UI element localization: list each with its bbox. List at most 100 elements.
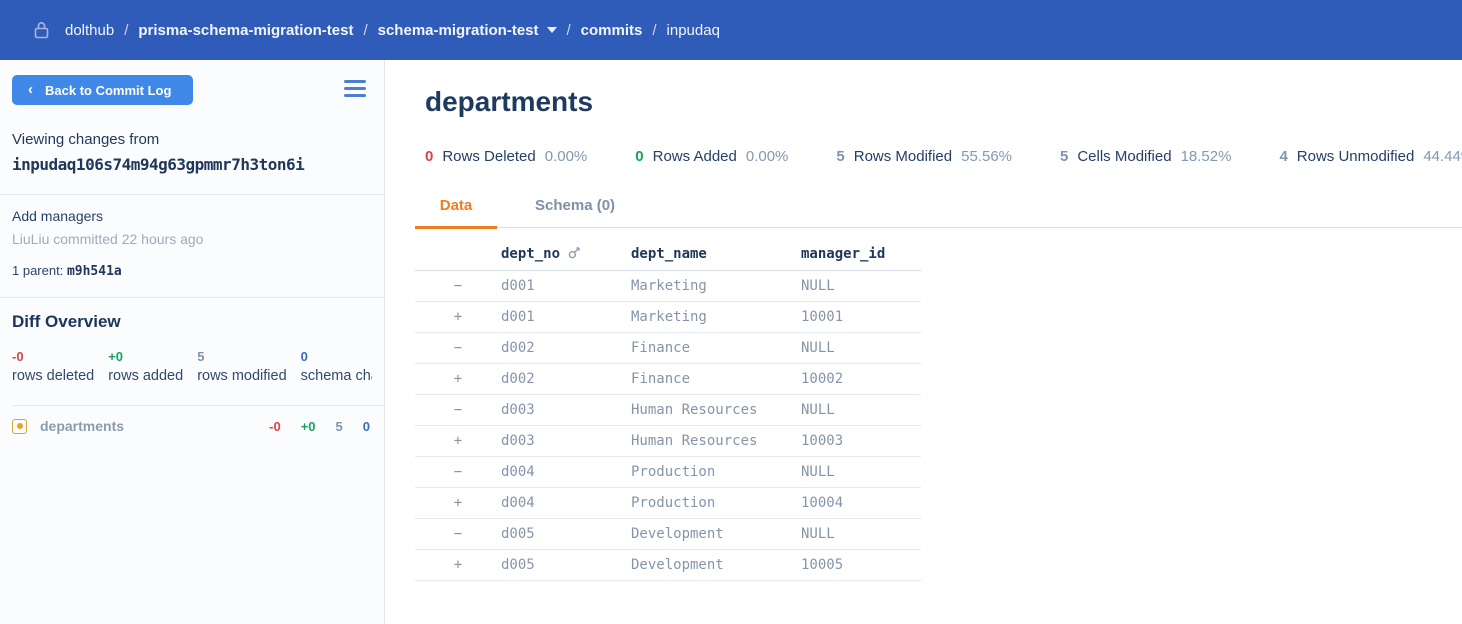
column-header-dept_name[interactable]: dept_name [631, 239, 801, 270]
overview-stat: 0 schema changes [301, 349, 372, 384]
primary-key-icon [568, 246, 581, 263]
table-row: −d002FinanceNULL [415, 332, 921, 363]
row-deleted-sign: − [415, 456, 501, 487]
overview-stat-value: 0 [301, 349, 372, 364]
breadcrumb-item-inpudaq[interactable]: inpudaq [667, 22, 720, 39]
column-header-wrap: dept_no [501, 246, 631, 263]
table-cell: 10001 [801, 301, 921, 332]
overview-stat: -0rows deleted [12, 349, 94, 384]
diff-stat: 5 Cells Modified 18.52% [1060, 148, 1231, 165]
table-cell: Development [631, 549, 801, 580]
breadcrumb-item-dolthub[interactable]: dolthub [65, 22, 114, 39]
diff-stat-value: 5 [1060, 148, 1068, 165]
table-stat-value: -0 [269, 419, 281, 434]
hamburger-menu-icon[interactable] [344, 75, 366, 97]
diff-stat-label: Cells Modified [1077, 148, 1171, 165]
back-button-label: Back to Commit Log [45, 83, 171, 98]
breadcrumb: dolthub / prisma-schema-migration-test / sch… [65, 22, 720, 39]
diff-overview-title: Diff Overview [12, 312, 372, 332]
caret-down-icon[interactable] [547, 27, 557, 33]
diff-stat-percent: 0.00% [746, 148, 789, 165]
breadcrumb-item-prisma-schema-migration-test[interactable]: prisma-schema-migration-test [138, 22, 353, 39]
column-name: dept_name [631, 246, 707, 262]
table-list-item-departments[interactable]: departments -0 +0 5 0 [12, 418, 370, 434]
table-cell: d002 [501, 332, 631, 363]
changed-tables-list: departments -0 +0 5 0 [0, 406, 384, 434]
diff-stat-value: 0 [425, 148, 433, 165]
row-deleted-sign: − [415, 270, 501, 301]
table-cell: d001 [501, 270, 631, 301]
diff-stat-value: 5 [836, 148, 844, 165]
table-stat-value: 0 [363, 419, 370, 434]
diff-stat: 0Rows Deleted0.00% [425, 148, 587, 165]
diff-stat-percent: 18.52% [1181, 148, 1232, 165]
table-cell: Production [631, 456, 801, 487]
table-row: −d005DevelopmentNULL [415, 518, 921, 549]
table-cell: d003 [501, 394, 631, 425]
overview-stat: 5rows modified [197, 349, 286, 384]
overview-stat-label: schema changes [301, 368, 372, 384]
sidebar: ‹ Back to Commit Log Viewing changes fro… [0, 60, 385, 624]
diff-stat-percent: 44.44% [1423, 148, 1462, 165]
breadcrumb-separator: / [363, 22, 367, 39]
back-to-commit-log-button[interactable]: ‹ Back to Commit Log [12, 75, 193, 105]
breadcrumb-separator: / [567, 22, 571, 39]
table-cell: Marketing [631, 270, 801, 301]
tab-data[interactable]: Data [415, 197, 497, 227]
diff-stat-value: 0 [635, 148, 643, 165]
overview-stat-value: +0 [108, 349, 183, 364]
table-cell: 10003 [801, 425, 921, 456]
row-deleted-sign: − [415, 332, 501, 363]
breadcrumb-item-commits[interactable]: commits [581, 22, 643, 39]
table-cell: Marketing [631, 301, 801, 332]
table-cell: NULL [801, 394, 921, 425]
table-cell: NULL [801, 270, 921, 301]
column-header-wrap: manager_id [801, 246, 921, 262]
commit-parent: 1 parent: m9h541a [12, 263, 372, 279]
overview-stat-label: rows added [108, 368, 183, 384]
table-cell: d001 [501, 301, 631, 332]
table-stat-value: 5 [336, 419, 343, 434]
tab-bar: DataSchema (0) [415, 197, 1462, 228]
table-list-name: departments [40, 418, 124, 434]
app-header: dolthub / prisma-schema-migration-test / sch… [0, 0, 1462, 60]
table-cell: d002 [501, 363, 631, 394]
commit-hash: inpudaq106s74m94g63gpmmr7h3ton6i [12, 155, 372, 174]
table-cell: Finance [631, 332, 801, 363]
diff-stat-label: Rows Modified [854, 148, 952, 165]
column-header-dept_no[interactable]: dept_no [501, 239, 631, 270]
column-name: dept_no [501, 246, 560, 262]
row-added-sign: + [415, 301, 501, 332]
table-row: −d003Human ResourcesNULL [415, 394, 921, 425]
page-layout: ‹ Back to Commit Log Viewing changes fro… [0, 60, 1462, 624]
row-added-sign: + [415, 549, 501, 580]
diff-stat-label: Rows Added [653, 148, 737, 165]
commit-message: Add managers [12, 208, 372, 224]
overview-stat-value: -0 [12, 349, 94, 364]
commit-meta: LiuLiu committed 22 hours ago [12, 231, 372, 247]
overview-stat-value: 5 [197, 349, 286, 364]
table-cell: 10004 [801, 487, 921, 518]
table-row: +d001Marketing10001 [415, 301, 921, 332]
main-content: departments 0 Rows Deleted 0.00% 0 Rows Adde… [385, 60, 1462, 624]
column-header-manager_id[interactable]: manager_id [801, 239, 921, 270]
table-stat-value: +0 [301, 419, 316, 434]
lock-icon [34, 21, 49, 39]
page-title: departments [425, 86, 1462, 118]
diff-stat-label: Rows Deleted [442, 148, 535, 165]
breadcrumb-separator: / [652, 22, 656, 39]
table-cell: NULL [801, 456, 921, 487]
breadcrumb-separator: / [124, 22, 128, 39]
table-cell: d003 [501, 425, 631, 456]
tab-schema-0[interactable]: Schema (0) [497, 197, 653, 227]
table-cell: d004 [501, 456, 631, 487]
table-cell: NULL [801, 332, 921, 363]
table-cell: d005 [501, 549, 631, 580]
row-added-sign: + [415, 487, 501, 518]
table-row: −d004ProductionNULL [415, 456, 921, 487]
parent-hash-link[interactable]: m9h541a [67, 264, 122, 279]
table-row: +d004Production10004 [415, 487, 921, 518]
breadcrumb-item-schema-migration-test[interactable]: schema-migration-test [378, 22, 539, 39]
diff-overview-stats: -0rows deleted +0 rows added 5rows modified… [12, 349, 372, 384]
diff-stat: 0 Rows Added 0.00% [635, 148, 788, 165]
